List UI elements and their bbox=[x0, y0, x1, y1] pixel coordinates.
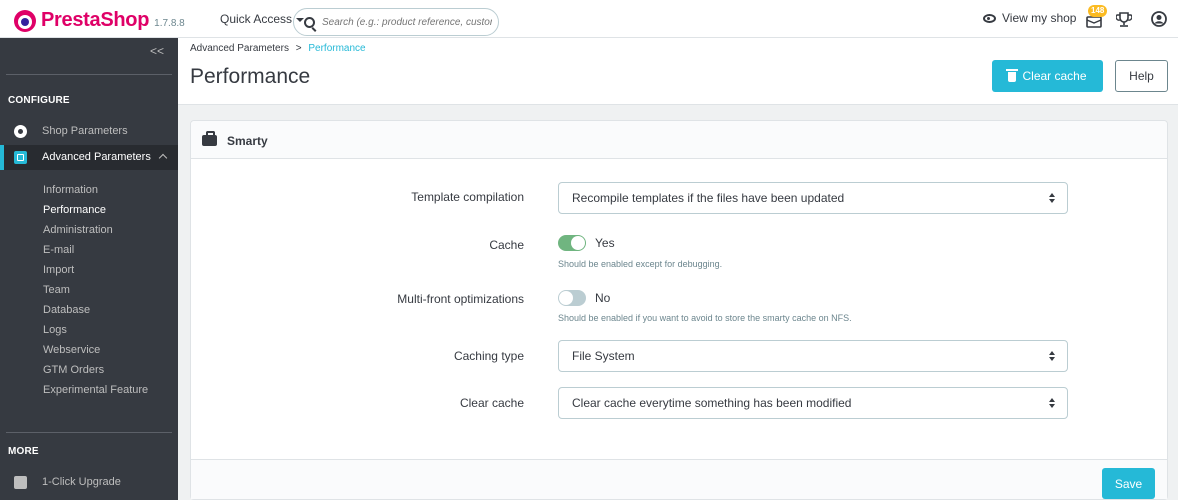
breadcrumb-parent-link[interactable]: Advanced Parameters bbox=[190, 43, 289, 54]
cache-toggle[interactable] bbox=[558, 235, 586, 251]
page-title: Performance bbox=[190, 65, 311, 88]
submenu-logs[interactable]: Logs bbox=[43, 324, 67, 336]
notifications-count-badge: 148 bbox=[1088, 5, 1108, 17]
sidebar-item-label: Advanced Parameters bbox=[42, 151, 151, 163]
cache-toggle-state: Yes bbox=[595, 236, 615, 250]
submenu-import[interactable]: Import bbox=[43, 264, 74, 276]
card-title: Smarty bbox=[227, 134, 268, 148]
prestashop-logo[interactable]: PrestaShop 1.7.8.8 bbox=[14, 9, 185, 32]
template-compilation-select[interactable]: Recompile templates if the files have be… bbox=[558, 182, 1068, 214]
chevron-up-icon bbox=[158, 153, 168, 163]
user-account-button[interactable] bbox=[1151, 11, 1167, 27]
card-footer: Save bbox=[191, 459, 1167, 499]
view-my-shop-link[interactable]: View my shop bbox=[983, 11, 1076, 25]
clear-cache-select[interactable]: Clear cache everytime something has been… bbox=[558, 387, 1068, 419]
save-button[interactable]: Save bbox=[1102, 468, 1155, 499]
advanced-parameters-icon bbox=[14, 151, 27, 164]
breadcrumb: Advanced Parameters > Performance bbox=[190, 43, 366, 54]
user-icon bbox=[1151, 11, 1167, 27]
sidebar-item-shop-parameters[interactable]: Shop Parameters bbox=[0, 119, 178, 144]
notifications-button[interactable]: 148 bbox=[1085, 5, 1108, 30]
logo-text: PrestaShop bbox=[41, 9, 150, 31]
select-arrows-icon bbox=[1049, 351, 1055, 361]
multifront-label: Multi-front optimizations bbox=[397, 292, 524, 306]
caching-type-select[interactable]: File System bbox=[558, 340, 1068, 372]
trophy-icon bbox=[1116, 12, 1132, 27]
toggle-knob bbox=[559, 291, 573, 305]
clear-cache-button[interactable]: Clear cache bbox=[992, 60, 1103, 92]
submenu-administration[interactable]: Administration bbox=[43, 224, 113, 236]
submenu-team[interactable]: Team bbox=[43, 284, 70, 296]
sidebar-divider bbox=[6, 74, 172, 75]
cache-label: Cache bbox=[489, 238, 524, 252]
sidebar-item-1-click-upgrade[interactable]: 1-Click Upgrade bbox=[0, 470, 178, 495]
search-input[interactable] bbox=[322, 16, 492, 28]
help-button[interactable]: Help bbox=[1115, 60, 1168, 92]
collapse-sidebar-button[interactable]: << bbox=[150, 44, 164, 58]
eye-icon bbox=[983, 13, 996, 23]
search-box[interactable] bbox=[293, 8, 499, 36]
multifront-help-text: Should be enabled if you want to avoid t… bbox=[558, 313, 852, 323]
caching-type-label: Caching type bbox=[453, 349, 524, 363]
clear-cache-label: Clear cache bbox=[459, 396, 524, 410]
toggle-knob bbox=[571, 236, 585, 250]
multifront-toggle-state: No bbox=[595, 291, 611, 305]
more-section-title: MORE bbox=[8, 446, 39, 457]
quick-access-label: Quick Access bbox=[220, 12, 293, 26]
sidebar-item-label: Shop Parameters bbox=[42, 125, 128, 137]
sidebar-item-label: 1-Click Upgrade bbox=[42, 476, 121, 488]
template-compilation-value: Recompile templates if the files have be… bbox=[572, 191, 845, 205]
puzzle-icon bbox=[14, 476, 27, 489]
prestashop-logo-icon bbox=[14, 9, 36, 32]
submenu-experimental-feature[interactable]: Experimental Feature bbox=[43, 384, 148, 396]
multifront-toggle[interactable] bbox=[558, 290, 586, 306]
submenu-webservice[interactable]: Webservice bbox=[43, 344, 100, 356]
sidebar: << CONFIGURE Shop Parameters Advanced Pa… bbox=[0, 38, 178, 500]
submenu-email[interactable]: E-mail bbox=[43, 244, 74, 256]
cache-help-text: Should be enabled except for debugging. bbox=[558, 259, 723, 269]
page-header: Advanced Parameters > Performance Perfor… bbox=[178, 38, 1178, 105]
sidebar-item-advanced-parameters[interactable]: Advanced Parameters bbox=[0, 145, 178, 170]
configure-section-title: CONFIGURE bbox=[8, 95, 70, 106]
view-my-shop-label: View my shop bbox=[1002, 11, 1077, 25]
search-icon bbox=[304, 16, 315, 28]
submenu-performance[interactable]: Performance bbox=[43, 204, 106, 216]
version-label: 1.7.8.8 bbox=[154, 18, 185, 29]
gear-icon bbox=[14, 125, 27, 138]
briefcase-icon bbox=[202, 131, 217, 146]
submenu-gtm-orders[interactable]: GTM Orders bbox=[43, 364, 104, 376]
sidebar-divider bbox=[6, 432, 172, 433]
template-compilation-label: Template compilation bbox=[411, 190, 524, 204]
select-arrows-icon bbox=[1049, 398, 1055, 408]
top-header: PrestaShop 1.7.8.8 Quick Access View my … bbox=[0, 0, 1178, 38]
submenu-database[interactable]: Database bbox=[43, 304, 90, 316]
clear-cache-value: Clear cache everytime something has been… bbox=[572, 396, 852, 410]
submenu-information[interactable]: Information bbox=[43, 184, 98, 196]
trash-icon bbox=[1006, 69, 1019, 82]
breadcrumb-current-link[interactable]: Performance bbox=[308, 43, 365, 54]
select-arrows-icon bbox=[1049, 193, 1055, 203]
caching-type-value: File System bbox=[572, 349, 635, 363]
clear-cache-button-label: Clear cache bbox=[1022, 69, 1087, 83]
card-header: Smarty bbox=[191, 121, 1167, 159]
trophy-button[interactable] bbox=[1116, 11, 1132, 29]
quick-access-dropdown[interactable]: Quick Access bbox=[220, 12, 305, 26]
breadcrumb-separator: > bbox=[295, 43, 302, 54]
smarty-card: Smarty Template compilation Recompile te… bbox=[190, 120, 1168, 500]
